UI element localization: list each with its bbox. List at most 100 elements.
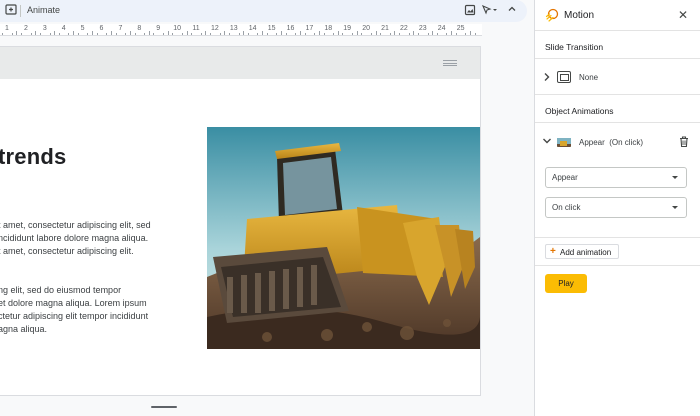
ruler-number: 9 xyxy=(156,25,161,32)
bulldozer-image[interactable] xyxy=(207,127,480,349)
ruler-number: 12 xyxy=(210,25,219,32)
ruler-number: 4 xyxy=(61,25,66,32)
effect-select-value: Appear xyxy=(552,173,578,182)
ruler-tick xyxy=(304,33,306,35)
animation-trigger: (On click) xyxy=(609,138,644,147)
close-icon[interactable]: ✕ xyxy=(676,8,690,22)
ruler-tick xyxy=(110,31,112,35)
transition-thumbnail-icon[interactable] xyxy=(557,71,571,83)
ruler-tick xyxy=(247,33,249,35)
play-button[interactable]: Play xyxy=(545,274,587,293)
trigger-select-value: On click xyxy=(552,203,581,212)
ruler-tick xyxy=(30,33,32,35)
ruler-number: 6 xyxy=(99,25,104,32)
dropdown-caret-icon xyxy=(672,176,678,179)
ruler-tick xyxy=(219,33,221,35)
ruler-tick xyxy=(54,31,56,35)
motion-panel: Motion ✕ Slide Transition None Object An… xyxy=(534,0,700,416)
ruler-tick xyxy=(361,33,363,35)
ruler-tick xyxy=(370,33,372,35)
ruler-tick xyxy=(451,31,453,35)
ruler-tick xyxy=(413,31,415,35)
text-line: t amet, consectetur adipiscing elit, sed xyxy=(0,220,151,230)
divider xyxy=(535,30,700,31)
ruler-tick xyxy=(186,31,188,35)
select-tool-icon[interactable] xyxy=(481,4,499,18)
ruler-tick xyxy=(436,33,438,35)
ruler-tick xyxy=(318,31,320,35)
ruler-tick xyxy=(68,33,70,35)
ruler-tick xyxy=(181,33,183,35)
ruler-number: 3 xyxy=(42,25,47,32)
ruler-tick xyxy=(389,33,391,35)
ruler-tick xyxy=(257,33,259,35)
ruler-tick xyxy=(96,33,98,35)
ruler-number: 25 xyxy=(456,25,465,32)
divider xyxy=(535,94,700,95)
ruler-tick xyxy=(408,33,410,35)
text-line: agna aliqua. xyxy=(0,324,48,334)
scroll-indicator[interactable] xyxy=(151,406,177,408)
ruler-tick xyxy=(210,33,212,35)
ruler-tick xyxy=(266,33,268,35)
image-options-icon[interactable] xyxy=(463,4,477,18)
ruler-tick xyxy=(172,33,174,35)
ruler-tick xyxy=(49,33,51,35)
ruler-tick xyxy=(375,31,377,35)
panel-title: Motion xyxy=(564,10,595,21)
ruler-number: 1 xyxy=(5,25,9,32)
ruler-tick xyxy=(11,33,13,35)
animate-button[interactable]: Animate xyxy=(27,5,60,15)
collapse-toolbar-icon[interactable] xyxy=(505,4,519,18)
slide-paragraph-1[interactable]: t amet, consectetur adipiscing elit, sed… xyxy=(0,219,151,258)
ruler-tick xyxy=(394,31,396,35)
add-animation-button[interactable]: + Add animation xyxy=(545,244,619,259)
effect-select[interactable]: Appear xyxy=(545,167,687,188)
chevron-right-icon[interactable] xyxy=(542,72,552,82)
ruler-tick xyxy=(106,33,108,35)
ruler-number: 7 xyxy=(118,25,123,32)
trash-icon[interactable] xyxy=(678,135,690,148)
divider xyxy=(535,58,700,59)
text-line: ng elit, sed do eiusmod tempor xyxy=(0,285,122,295)
ruler-tick xyxy=(134,33,136,35)
toolbar: Animate xyxy=(0,0,527,22)
ruler-tick xyxy=(229,33,231,35)
transition-value[interactable]: None xyxy=(579,73,598,82)
ruler-number: 2 xyxy=(23,25,28,32)
ruler-tick xyxy=(2,33,4,35)
ruler-tick xyxy=(351,33,353,35)
animation-item[interactable]: Appear (On click) xyxy=(579,138,643,147)
text-line: ctetur adipiscing elit tempor incididunt xyxy=(0,311,149,321)
ruler-tick xyxy=(73,31,75,35)
horizontal-ruler[interactable]: 1 2 3 4 5 6 7 8 9 10 11 12 13 14 15 16 17 18 19 20 21 22 23 24 2… xyxy=(0,22,490,38)
divider xyxy=(535,237,700,238)
ruler-number: 5 xyxy=(80,25,85,32)
ruler-tick xyxy=(314,33,316,35)
ruler-tick xyxy=(58,33,60,35)
trigger-select[interactable]: On click xyxy=(545,197,687,218)
ruler-tick xyxy=(323,33,325,35)
add-comment-icon[interactable] xyxy=(4,4,18,18)
slide-title[interactable]: trends xyxy=(0,144,66,170)
ruler-tick xyxy=(200,33,202,35)
ruler-tick xyxy=(333,33,335,35)
ruler-tick xyxy=(144,33,146,35)
slide-paragraph-2[interactable]: ng elit, sed do eiusmod tempor et dolore… xyxy=(0,284,148,336)
ruler-tick xyxy=(167,31,169,35)
ruler-tick xyxy=(16,31,18,35)
object-animations-heading: Object Animations xyxy=(545,106,614,116)
chevron-down-icon[interactable] xyxy=(542,137,552,147)
slide-canvas[interactable]: trends t amet, consectetur adipiscing el… xyxy=(0,46,481,396)
ruler-tick xyxy=(205,31,207,35)
ruler-tick xyxy=(427,33,429,35)
ruler-number: 23 xyxy=(418,25,427,32)
ruler-number: 22 xyxy=(399,25,408,32)
drag-handle-icon[interactable] xyxy=(443,60,457,66)
image-thumbnail-icon xyxy=(557,136,571,147)
ruler-number: 11 xyxy=(192,25,200,32)
slide-transition-heading: Slide Transition xyxy=(545,42,604,52)
ruler-tick xyxy=(262,31,264,35)
add-animation-label: Add animation xyxy=(560,248,612,257)
ruler-number: 13 xyxy=(229,25,238,32)
